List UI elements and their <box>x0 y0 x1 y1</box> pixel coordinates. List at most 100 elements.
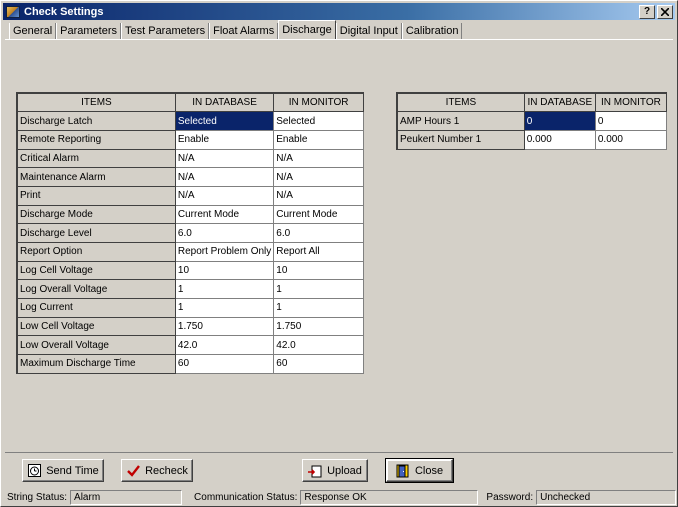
table-row[interactable]: Log Current 1 1 <box>16 298 364 318</box>
in-monitor-cell[interactable]: N/A <box>273 185 364 206</box>
row-item-label: Discharge Mode <box>16 204 176 225</box>
password-label: Password: <box>486 491 534 503</box>
in-monitor-cell[interactable]: Selected <box>273 111 364 131</box>
table-row[interactable]: Low Overall Voltage 42.0 42.0 <box>16 335 364 356</box>
in-monitor-cell[interactable]: N/A <box>273 148 364 169</box>
tab-float-alarms[interactable]: Float Alarms <box>209 23 279 39</box>
table-row[interactable]: Report Option Report Problem Only Report A… <box>16 242 364 262</box>
clock-icon <box>27 464 41 478</box>
row-item-label: Low Cell Voltage <box>16 316 176 337</box>
send-time-label: Send Time <box>46 464 99 477</box>
in-database-cell[interactable]: 6.0 <box>174 223 275 243</box>
row-item-label: Low Overall Voltage <box>16 335 176 356</box>
close-button[interactable]: Close <box>385 458 454 483</box>
in-database-cell[interactable]: 1.750 <box>174 316 275 337</box>
table-row[interactable]: AMP Hours 100 <box>396 111 668 131</box>
tab-test-parameters[interactable]: Test Parameters <box>121 23 210 39</box>
close-window-button[interactable] <box>657 4 673 19</box>
in-monitor-cell[interactable]: 6.0 <box>273 223 364 243</box>
in-monitor-cell[interactable]: Current Mode <box>273 204 364 225</box>
door-icon <box>396 464 410 478</box>
in-database-cell[interactable]: 42.0 <box>174 335 275 356</box>
in-database-cell[interactable]: N/A <box>174 148 275 169</box>
column-header-in-database: IN DATABASE <box>523 92 596 113</box>
row-item-label: Log Overall Voltage <box>16 279 176 300</box>
in-monitor-cell[interactable]: 1.750 <box>273 316 364 337</box>
recheck-button[interactable]: Recheck <box>121 459 193 482</box>
table-row[interactable]: Peukert Number 1 0.000 0.000 <box>396 129 668 150</box>
in-monitor-cell[interactable]: 10 <box>273 260 364 281</box>
close-icon <box>661 7 669 16</box>
string-status-label: String Status: <box>7 491 68 503</box>
tab-strip: General Parameters Test Parameters Float… <box>9 20 463 39</box>
checkmark-icon <box>126 464 140 478</box>
button-bar-divider <box>5 452 673 453</box>
row-item-label: Discharge Level <box>16 223 176 243</box>
table-row[interactable]: Low Cell Voltage 1.750 1.750 <box>16 316 364 337</box>
in-monitor-cell[interactable]: 60 <box>273 354 364 374</box>
table-row[interactable]: Critical Alarm N/A N/A <box>16 148 364 169</box>
in-database-cell[interactable]: 0.000 <box>523 129 596 150</box>
table-row[interactable]: Maximum Discharge Time 60 60 <box>16 354 364 374</box>
in-database-cell[interactable]: Enable <box>174 129 275 150</box>
tab-calibration[interactable]: Calibration <box>401 23 463 39</box>
help-button[interactable]: ? <box>639 4 655 19</box>
row-item-label: Remote Reporting <box>16 129 176 150</box>
send-time-button[interactable]: Send Time <box>22 459 104 482</box>
table-row[interactable]: Print N/A N/A <box>16 185 364 206</box>
check-settings-window: Check Settings ? General Parameters Test… <box>0 0 678 507</box>
in-database-cell[interactable]: N/A <box>174 185 275 206</box>
row-item-label: Log Cell Voltage <box>16 260 176 281</box>
table-row[interactable]: Discharge Latch Selected Selected <box>16 111 364 131</box>
table-row[interactable]: Remote Reporting Enable Enable <box>16 129 364 150</box>
communication-status-label: Communication Status: <box>194 491 298 503</box>
column-header-in-monitor: IN MONITOR <box>594 92 668 113</box>
in-database-cell[interactable]: Report Problem Only <box>174 242 275 262</box>
in-monitor-cell[interactable]: Enable <box>273 129 364 150</box>
in-database-cell[interactable]: 0 <box>523 111 596 131</box>
table-row[interactable]: Discharge Mode Current Mode Current Mode <box>16 204 364 225</box>
row-item-label: Discharge Latch <box>16 111 176 131</box>
row-item-label: AMP Hours 1 <box>396 111 525 131</box>
tab-panel-edge <box>5 39 673 40</box>
app-icon <box>6 5 20 18</box>
tab-discharge[interactable]: Discharge <box>278 20 336 39</box>
in-monitor-cell[interactable]: 42.0 <box>273 335 364 356</box>
table-header-row: ITEMS IN DATABASE IN MONITOR <box>16 92 364 113</box>
in-monitor-cell[interactable]: N/A <box>273 167 364 187</box>
in-database-cell[interactable]: Selected <box>174 111 275 131</box>
tab-digital-input[interactable]: Digital Input <box>335 23 402 39</box>
upload-button[interactable]: Upload <box>302 459 368 482</box>
table-row[interactable]: Log Overall Voltage 1 1 <box>16 279 364 300</box>
in-monitor-cell[interactable]: 1 <box>273 298 364 318</box>
in-monitor-cell[interactable]: 1 <box>273 279 364 300</box>
in-database-cell[interactable]: 1 <box>174 298 275 318</box>
table-row[interactable]: Maintenance Alarm N/A N/A <box>16 167 364 187</box>
string-status-value: Alarm <box>70 489 183 505</box>
in-database-cell[interactable]: 10 <box>174 260 275 281</box>
column-header-items: ITEMS <box>16 92 176 113</box>
row-item-label: Print <box>16 185 176 206</box>
in-database-cell[interactable]: N/A <box>174 167 275 187</box>
in-monitor-cell[interactable]: 0.000 <box>594 129 668 150</box>
discharge-settings-table: ITEMS IN DATABASE IN MONITOR Discharge L… <box>16 92 364 374</box>
column-header-items: ITEMS <box>396 92 525 113</box>
title-bar: Check Settings ? <box>3 3 675 20</box>
tab-parameters[interactable]: Parameters <box>56 23 121 39</box>
in-database-cell[interactable]: 60 <box>174 354 275 374</box>
tab-general[interactable]: General <box>9 23 57 39</box>
amp-hours-table: ITEMS IN DATABASE IN MONITOR AMP Hours 1… <box>396 92 668 150</box>
table-header-row: ITEMS IN DATABASE IN MONITOR <box>396 92 668 113</box>
table-row[interactable]: Log Cell Voltage 10 10 <box>16 260 364 281</box>
in-database-cell[interactable]: Current Mode <box>174 204 275 225</box>
column-header-in-monitor: IN MONITOR <box>273 92 364 113</box>
in-monitor-cell[interactable]: 0 <box>594 111 668 131</box>
table-row[interactable]: Discharge Level 6.0 6.0 <box>16 223 364 243</box>
row-item-label: Log Current <box>16 298 176 318</box>
amp-hours-rows: AMP Hours 1 0 0 Peukert Number 1 0.000 0.000 <box>396 111 668 150</box>
in-monitor-cell[interactable]: Report All <box>273 242 364 262</box>
in-database-cell[interactable]: 1 <box>174 279 275 300</box>
communication-status-value: Response OK <box>300 489 479 505</box>
status-bar: String Status: Alarm Communication Statu… <box>3 488 677 506</box>
discharge-settings-rows: Discharge Latch Selected Selected Remote Re… <box>16 111 364 374</box>
